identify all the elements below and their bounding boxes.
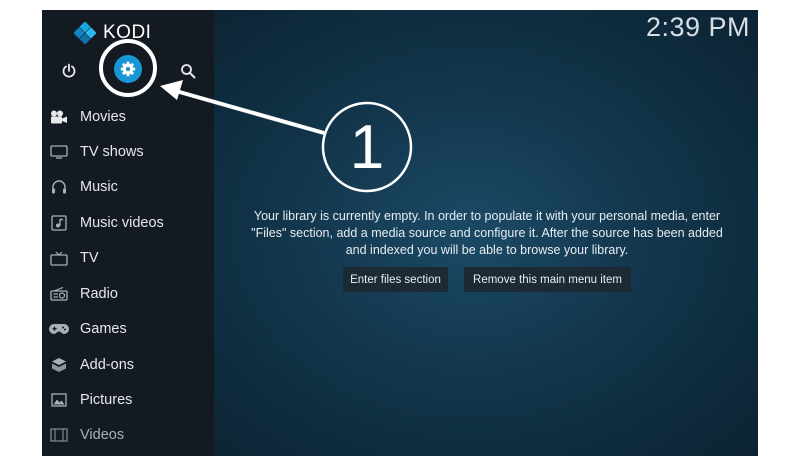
tv-icon	[49, 250, 69, 266]
sidebar: KODI Movies TV shows Music Music videos …	[42, 10, 214, 456]
settings-button[interactable]	[114, 55, 142, 83]
message-line: "Files" section, add a media source and …	[251, 226, 723, 240]
message-line: Your library is currently empty. In orde…	[253, 209, 721, 223]
kodi-logo: KODI	[74, 20, 151, 46]
message-line: and indexed you will be able to browse y…	[345, 243, 629, 257]
enter-files-section-button[interactable]: Enter files section	[343, 267, 448, 292]
radio-icon	[49, 286, 69, 302]
sidebar-item-tv[interactable]: TV	[42, 241, 214, 275]
sidebar-item-label: TV shows	[80, 144, 144, 160]
sidebar-item-label: Radio	[80, 286, 118, 302]
settings-icon	[120, 61, 136, 77]
sidebar-item-addons[interactable]: Add-ons	[42, 348, 214, 382]
empty-library-message: Your library is currently empty. In orde…	[226, 208, 748, 259]
sidebar-item-games[interactable]: Games	[42, 312, 214, 346]
kodi-screen: KODI Movies TV shows Music Music videos …	[42, 10, 758, 456]
step-number: 1	[349, 112, 385, 182]
sidebar-item-movies[interactable]: Movies	[42, 100, 214, 134]
sidebar-item-radio[interactable]: Radio	[42, 277, 214, 311]
pictures-icon	[49, 392, 69, 408]
search-icon	[181, 64, 196, 79]
sidebar-item-label: Movies	[80, 109, 126, 125]
sidebar-item-tv-shows[interactable]: TV shows	[42, 135, 214, 169]
kodi-logo-icon	[74, 22, 96, 44]
videos-icon	[49, 427, 69, 443]
search-button[interactable]	[177, 60, 199, 82]
music-videos-icon	[49, 215, 69, 231]
kodi-logo-text: KODI	[103, 22, 152, 43]
sidebar-item-label: TV	[80, 250, 99, 266]
sidebar-item-label: Music videos	[80, 215, 164, 231]
sidebar-item-label: Games	[80, 321, 127, 337]
power-button[interactable]	[58, 60, 80, 82]
clock: 2:39 PM	[645, 12, 750, 42]
sidebar-item-pictures[interactable]: Pictures	[42, 383, 214, 417]
sidebar-item-music[interactable]: Music	[42, 170, 214, 204]
games-icon	[49, 321, 69, 337]
sidebar-item-label: Music	[80, 179, 118, 195]
sidebar-item-label: Pictures	[80, 392, 133, 408]
sidebar-item-music-videos[interactable]: Music videos	[42, 206, 214, 240]
addons-icon	[49, 357, 69, 373]
power-icon	[62, 63, 76, 78]
sidebar-item-label: Add-ons	[80, 357, 135, 373]
tv-shows-icon	[49, 144, 69, 160]
movies-icon	[49, 109, 69, 125]
remove-menu-item-button[interactable]: Remove this main menu item	[464, 267, 631, 292]
sidebar-item-videos[interactable]: Videos	[42, 418, 214, 452]
sidebar-item-label: Videos	[80, 427, 125, 443]
music-icon	[49, 179, 69, 195]
